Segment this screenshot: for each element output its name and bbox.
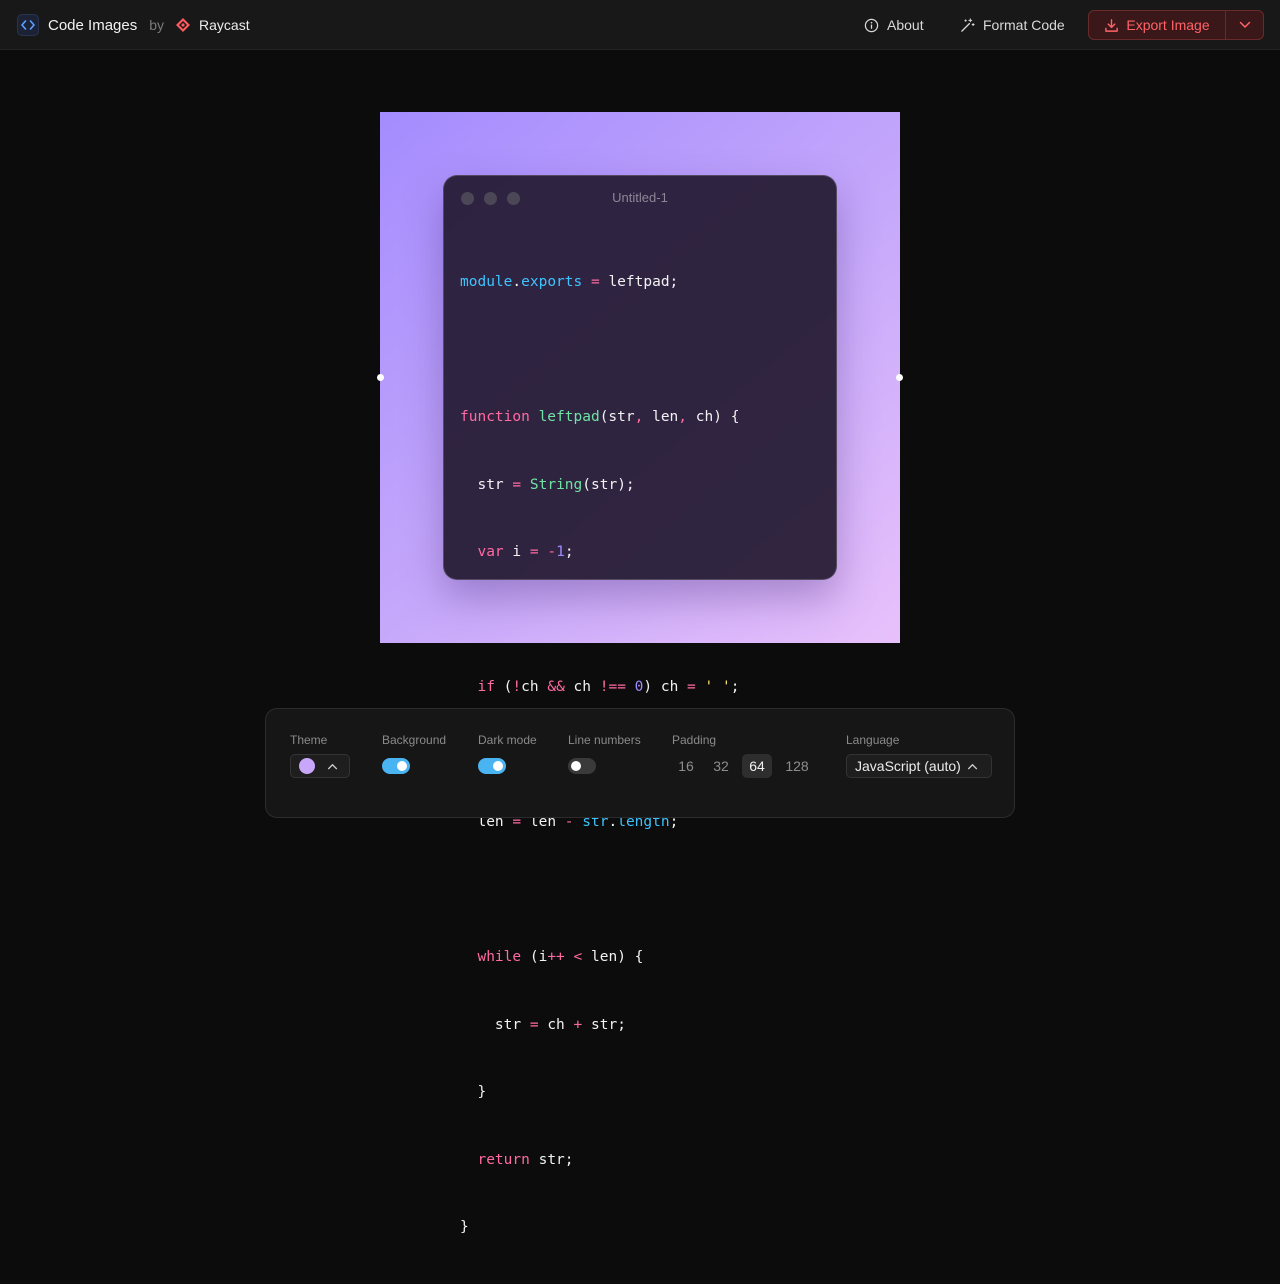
raycast-logo-icon xyxy=(174,16,192,34)
dark-mode-label: Dark mode xyxy=(478,733,537,747)
code-line: } xyxy=(460,1219,469,1235)
theme-swatch xyxy=(299,758,315,774)
info-icon xyxy=(864,18,879,32)
magic-wand-icon xyxy=(961,17,975,32)
top-bar: Code Images by Raycast About Format Code… xyxy=(0,0,1280,50)
code-line: return str; xyxy=(477,1151,574,1168)
language-label: Language xyxy=(846,733,900,747)
window-title[interactable]: Untitled-1 xyxy=(444,190,836,205)
export-options-button[interactable] xyxy=(1226,11,1263,39)
chevron-down-icon xyxy=(1239,21,1250,28)
resize-handle-right[interactable] xyxy=(896,374,903,381)
padding-option-64[interactable]: 64 xyxy=(742,754,772,778)
code-images-logo-icon[interactable] xyxy=(17,14,39,36)
theme-label: Theme xyxy=(290,733,328,747)
padding-option-32[interactable]: 32 xyxy=(706,754,736,778)
code-image-frame: Untitled-1 module.exports = leftpad; fun… xyxy=(377,112,903,1235)
padding-label: Padding xyxy=(672,733,717,747)
app-title: Code Images xyxy=(48,16,138,34)
language-select[interactable]: JavaScript (auto) xyxy=(846,754,992,778)
line-numbers-label: Line numbers xyxy=(568,733,641,747)
code-window: Untitled-1 module.exports = leftpad; fun… xyxy=(443,175,837,1235)
by-label: by xyxy=(149,17,165,33)
chevron-up-icon xyxy=(967,763,977,769)
code-line: str = ch + str; xyxy=(494,1016,626,1033)
about-button[interactable]: About xyxy=(864,10,924,40)
code-line: if (!ch && ch !== 0) ch = ' '; xyxy=(477,679,740,695)
code-line: module.exports = leftpad; xyxy=(460,274,679,290)
theme-select[interactable] xyxy=(290,754,350,778)
export-image-button[interactable]: Export Image xyxy=(1089,11,1226,39)
about-label: About xyxy=(887,17,924,33)
code-line: str = String(str); xyxy=(477,476,635,493)
language-value: JavaScript (auto) xyxy=(855,758,961,774)
toggle-knob xyxy=(493,761,503,771)
line-numbers-toggle[interactable] xyxy=(568,758,596,774)
padding-option-16[interactable]: 16 xyxy=(671,754,701,778)
format-code-label: Format Code xyxy=(983,17,1065,33)
code-line: while (i++ < len) { xyxy=(477,949,644,965)
download-icon xyxy=(1105,18,1119,32)
settings-panel: Theme Background Dark mode Line numbers … xyxy=(265,708,1015,818)
chevron-up-icon xyxy=(327,763,338,769)
code-line: } xyxy=(460,1084,487,1100)
export-image-label: Export Image xyxy=(1126,17,1210,33)
toggle-knob xyxy=(571,761,581,771)
code-line: var i = -1; xyxy=(477,544,574,560)
dark-mode-toggle[interactable] xyxy=(478,758,506,774)
format-code-button[interactable]: Format Code xyxy=(960,10,1065,40)
background-toggle[interactable] xyxy=(382,758,410,774)
brand: Code Images by Raycast xyxy=(17,13,250,37)
code-line: function leftpad(str, len, ch) { xyxy=(460,409,740,425)
export-control: Export Image xyxy=(1088,10,1264,40)
background-label: Background xyxy=(382,733,447,747)
toggle-knob xyxy=(397,761,407,771)
resize-handle-left[interactable] xyxy=(377,374,384,381)
padding-option-128[interactable]: 128 xyxy=(780,754,814,778)
raycast-link[interactable]: Raycast xyxy=(199,17,250,33)
